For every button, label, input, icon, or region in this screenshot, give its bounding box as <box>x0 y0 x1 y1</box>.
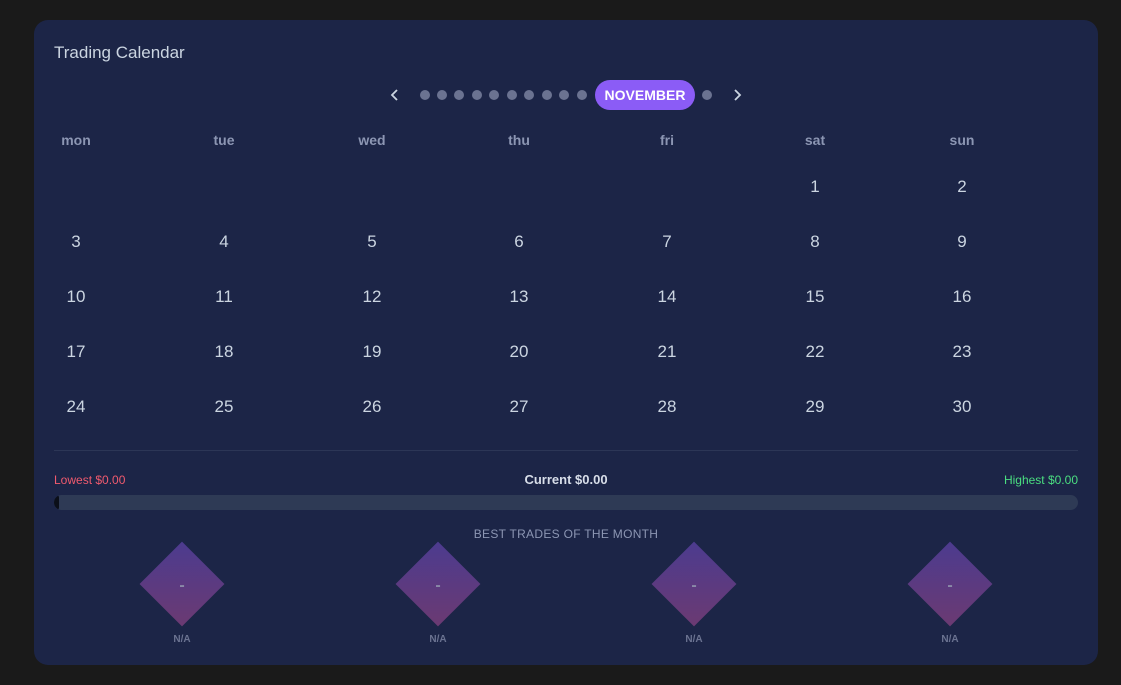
calendar-day[interactable]: 26 <box>352 392 392 422</box>
month-dot[interactable] <box>702 90 712 100</box>
calendar-day[interactable]: 1 <box>795 172 835 202</box>
trade-label: N/A <box>173 634 191 645</box>
prev-month-button[interactable] <box>384 84 406 106</box>
calendar-day[interactable]: 19 <box>352 337 392 367</box>
month-dot[interactable] <box>489 90 499 100</box>
calendar-day[interactable]: 5 <box>352 227 392 257</box>
calendar-day[interactable]: 8 <box>795 227 835 257</box>
month-dot[interactable] <box>507 90 517 100</box>
trade-value: - <box>691 577 697 594</box>
trade-value: - <box>947 577 953 594</box>
chevron-right-icon <box>734 89 742 101</box>
month-dot[interactable] <box>437 90 447 100</box>
calendar-day[interactable]: 28 <box>647 392 687 422</box>
weekday-fri: fri <box>660 132 674 148</box>
month-dot[interactable] <box>454 90 464 100</box>
calendar-day[interactable]: 3 <box>56 227 96 257</box>
calendar-day[interactable]: 13 <box>499 282 539 312</box>
calendar-day[interactable]: 21 <box>647 337 687 367</box>
month-navigator: NOVEMBER <box>34 80 1098 110</box>
next-month-button[interactable] <box>726 84 748 106</box>
weekday-thu: thu <box>508 132 530 148</box>
weekday-wed: wed <box>358 132 386 148</box>
calendar-day[interactable]: 2 <box>942 172 982 202</box>
month-dot[interactable] <box>524 90 534 100</box>
best-trade-item[interactable]: - N/A <box>649 541 739 648</box>
calendar-day[interactable]: 18 <box>204 337 244 367</box>
month-dot[interactable] <box>559 90 569 100</box>
weekday-sat: sat <box>804 132 826 148</box>
range-progress-bar <box>54 495 1078 510</box>
month-dot[interactable] <box>577 90 587 100</box>
trade-value: - <box>179 577 185 594</box>
calendar-day[interactable]: 11 <box>204 282 244 312</box>
calendar-day[interactable]: 22 <box>795 337 835 367</box>
trade-value: - <box>435 577 441 594</box>
trading-calendar-card: Trading Calendar NOVEMBER mon tue wed th… <box>34 20 1098 665</box>
divider <box>54 450 1078 451</box>
calendar-day[interactable]: 20 <box>499 337 539 367</box>
calendar-day[interactable]: 4 <box>204 227 244 257</box>
calendar-day[interactable]: 7 <box>647 227 687 257</box>
month-dot[interactable] <box>542 90 552 100</box>
best-trade-item[interactable]: - N/A <box>393 541 483 648</box>
calendar-day[interactable]: 23 <box>942 337 982 367</box>
calendar-day[interactable]: 9 <box>942 227 982 257</box>
calendar-day[interactable]: 29 <box>795 392 835 422</box>
calendar-day[interactable]: 17 <box>56 337 96 367</box>
chevron-left-icon <box>390 89 398 101</box>
highest-value-label: Highest $0.00 <box>1003 473 1078 487</box>
card-title: Trading Calendar <box>54 43 185 62</box>
month-dot[interactable] <box>420 90 430 100</box>
best-trade-item[interactable]: - N/A <box>137 541 227 648</box>
calendar-day[interactable]: 25 <box>204 392 244 422</box>
weekday-sun: sun <box>949 132 975 148</box>
current-month-pill[interactable]: NOVEMBER <box>595 80 695 110</box>
calendar-day[interactable]: 16 <box>942 282 982 312</box>
calendar-day[interactable]: 24 <box>56 392 96 422</box>
current-value-label: Current $0.00 <box>524 472 608 487</box>
weekday-tue: tue <box>213 132 235 148</box>
range-progress-fill <box>54 495 60 510</box>
weekday-mon: mon <box>61 132 91 148</box>
trade-label: N/A <box>941 634 959 645</box>
best-trade-item[interactable]: - N/A <box>905 541 995 648</box>
calendar-day[interactable]: 6 <box>499 227 539 257</box>
month-dot[interactable] <box>472 90 482 100</box>
calendar-day[interactable]: 10 <box>56 282 96 312</box>
trade-label: N/A <box>429 634 447 645</box>
calendar-day[interactable]: 15 <box>795 282 835 312</box>
calendar-day[interactable]: 12 <box>352 282 392 312</box>
trade-label: N/A <box>685 634 703 645</box>
best-trades-title: BEST TRADES OF THE MONTH <box>473 527 659 541</box>
calendar-day[interactable]: 30 <box>942 392 982 422</box>
calendar-day[interactable]: 14 <box>647 282 687 312</box>
calendar-day[interactable]: 27 <box>499 392 539 422</box>
